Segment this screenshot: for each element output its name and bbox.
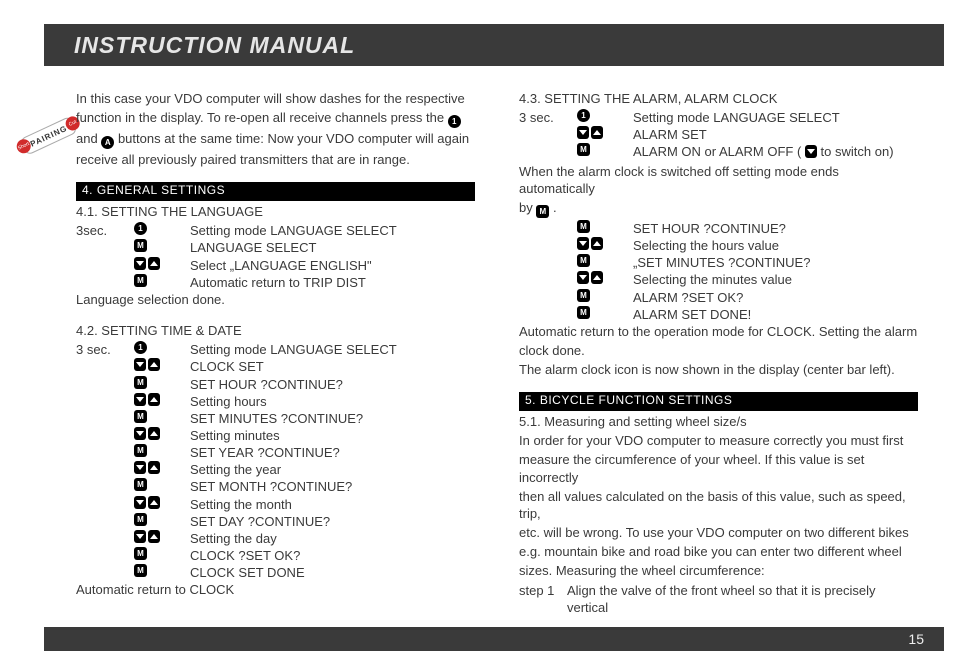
instruction-row: M SET HOUR ?CONTINUE? (76, 376, 475, 393)
section-4-1-title: 4.1. SETTING THE LANGUAGE (76, 203, 475, 220)
button-1-icon: 1 (448, 115, 461, 128)
instruction-row: M SET DAY ?CONTINUE? (76, 513, 475, 530)
intro-line: and A buttons at the same time: Now your… (76, 130, 475, 149)
instruction-row: 3sec. 1 Setting mode LANGUAGE SELECT (76, 222, 475, 239)
instruction-row: M CLOCK SET DONE (76, 564, 475, 581)
section-5-1-body: then all values calculated on the basis … (519, 488, 918, 522)
section-5-1-body: In order for your VDO computer to measur… (519, 432, 918, 449)
instruction-row: M CLOCK ?SET OK? (76, 547, 475, 564)
button-m-icon: M (134, 239, 147, 252)
button-m-icon: M (134, 513, 147, 526)
section-4-2-title: 4.2. SETTING TIME & DATE (76, 322, 475, 339)
button-m-icon: M (577, 289, 590, 302)
section-5-1-title: 5.1. Measuring and setting wheel size/s (519, 413, 918, 430)
alarm-note: by M . (519, 199, 918, 218)
button-m-icon: M (134, 410, 147, 423)
intro-line: receive all previously paired transmitte… (76, 151, 475, 168)
alarm-note: When the alarm clock is switched off set… (519, 163, 918, 197)
up-down-icon (134, 393, 190, 410)
up-down-icon (134, 496, 190, 513)
instruction-row: M ALARM ON or ALARM OFF ( to switch on) (519, 143, 918, 162)
section-5-1-body: sizes. Measuring the wheel circumference… (519, 562, 918, 579)
instruction-row: Selecting the hours value (519, 237, 918, 254)
up-down-icon (577, 271, 633, 288)
up-down-icon (577, 126, 633, 143)
button-m-icon: M (134, 274, 147, 287)
step-row: step 1 Align the valve of the front whee… (519, 582, 918, 616)
instruction-row: M SET YEAR ?CONTINUE? (76, 444, 475, 461)
button-m-icon: M (577, 254, 590, 267)
instruction-row: M SET HOUR ?CONTINUE? (519, 220, 918, 237)
button-m-icon: M (577, 306, 590, 319)
up-down-icon (134, 530, 190, 547)
instruction-row: 3 sec. 1 Setting mode LANGUAGE SELECT (76, 341, 475, 358)
intro-line: In this case your VDO computer will show… (76, 90, 475, 107)
button-1-icon: 1 (134, 222, 147, 235)
instruction-row: Setting minutes (76, 427, 475, 444)
body-text: In this case your VDO computer will show… (76, 90, 918, 619)
up-down-icon (134, 461, 190, 478)
instruction-row: Select „LANGUAGE ENGLISH" (76, 257, 475, 274)
button-m-icon: M (134, 376, 147, 389)
instruction-row: M SET MONTH ?CONTINUE? (76, 478, 475, 495)
instruction-row: M SET MINUTES ?CONTINUE? (76, 410, 475, 427)
instruction-row: Selecting the minutes value (519, 271, 918, 288)
doc-title: INSTRUCTION MANUAL (74, 32, 355, 59)
instruction-row: M Automatic return to TRIP DIST (76, 274, 475, 291)
button-m-icon: M (134, 564, 147, 577)
section-4-3-title: 4.3. SETTING THE ALARM, ALARM CLOCK (519, 90, 918, 107)
button-m-icon: M (134, 444, 147, 457)
intro-line: function in the display. To re-open all … (76, 109, 475, 128)
pairing-badge: Short PAIRING Cut (19, 116, 84, 170)
alarm-done: Automatic return to the operation mode f… (519, 323, 918, 340)
button-m-icon: M (134, 547, 147, 560)
down-icon (805, 145, 817, 162)
button-a-icon: A (101, 136, 114, 149)
section-5-1-body: e.g. mountain bike and road bike you can… (519, 543, 918, 560)
button-1-icon: 1 (134, 341, 147, 354)
up-down-icon (134, 427, 190, 444)
button-m-icon: M (134, 478, 147, 491)
section-4-head: 4. GENERAL SETTINGS (76, 182, 475, 201)
instruction-row: Setting the day (76, 530, 475, 547)
instruction-row: Setting the year (76, 461, 475, 478)
instruction-row: M LANGUAGE SELECT (76, 239, 475, 256)
instruction-row: M „SET MINUTES ?CONTINUE? (519, 254, 918, 271)
button-m-icon: M (577, 143, 590, 156)
section-5-head: 5. BICYCLE FUNCTION SETTINGS (519, 392, 918, 411)
alarm-done: clock done. (519, 342, 918, 359)
instruction-row: 3 sec. 1 Setting mode LANGUAGE SELECT (519, 109, 918, 126)
button-m-icon: M (577, 220, 590, 233)
up-down-icon (134, 358, 190, 375)
up-down-icon (577, 237, 633, 254)
instruction-row: CLOCK SET (76, 358, 475, 375)
section-4-2-return: Automatic return to CLOCK (76, 581, 475, 598)
instruction-row: Setting hours (76, 393, 475, 410)
instruction-row: M ALARM SET DONE! (519, 306, 918, 323)
instruction-row: ALARM SET (519, 126, 918, 143)
instruction-row: M ALARM ?SET OK? (519, 289, 918, 306)
button-m-icon: M (536, 205, 549, 218)
section-5-1-body: etc. will be wrong. To use your VDO comp… (519, 524, 918, 541)
button-1-icon: 1 (577, 109, 590, 122)
section-5-1-body: measure the circumference of your wheel.… (519, 451, 918, 485)
instruction-row: Setting the month (76, 496, 475, 513)
up-down-icon (134, 257, 190, 274)
alarm-done: The alarm clock icon is now shown in the… (519, 361, 918, 378)
page-number: 15 (908, 631, 924, 647)
section-4-1-done: Language selection done. (76, 291, 475, 308)
